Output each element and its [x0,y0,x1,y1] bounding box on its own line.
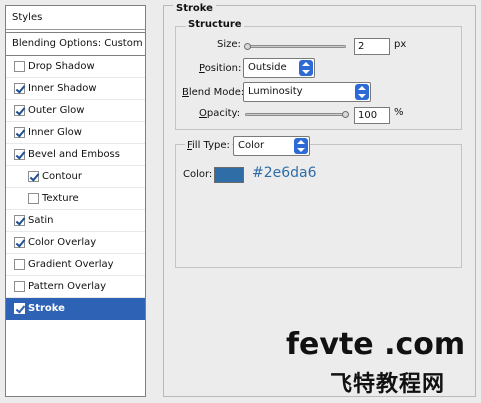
styles-list-panel: Styles Blending Options: Custom Drop Sha… [5,5,146,397]
inner-shadow-label: Inner Shadow [28,83,97,94]
blend-mode-label: Blend Mode: [182,87,245,98]
watermark-site: fevte .com [286,327,466,362]
inner-glow-label: Inner Glow [28,127,82,138]
drop-shadow-checkbox[interactable] [14,61,25,72]
position-select-value: Outside [248,62,287,73]
color-swatch[interactable] [214,167,244,183]
position-select[interactable]: Outside [243,58,315,78]
blend-mode-dropdown-arrow-icon[interactable] [355,84,369,100]
color-hex-value: #2e6da6 [252,165,317,181]
fill-type-dropdown-arrow-icon[interactable] [294,138,308,154]
contour-checkbox[interactable] [28,171,39,182]
style-item-drop-shadow[interactable]: Drop Shadow [6,56,145,78]
inner-shadow-checkbox[interactable] [14,83,25,94]
blend-mode-select[interactable]: Luminosity [243,82,371,102]
opacity-slider-track[interactable] [245,113,346,116]
blending-options-item[interactable]: Blending Options: Custom [6,32,145,56]
color-label: Color: [183,169,213,180]
fill-type-select[interactable]: Color [233,136,310,156]
style-item-gradient-overlay[interactable]: Gradient Overlay [6,254,145,276]
satin-label: Satin [28,215,54,226]
inner-glow-checkbox[interactable] [14,127,25,138]
size-input[interactable]: 2 [354,38,390,55]
style-item-inner-shadow[interactable]: Inner Shadow [6,78,145,100]
color-overlay-label: Color Overlay [28,237,97,248]
styles-title[interactable]: Styles [6,6,145,30]
opacity-unit: % [394,107,404,118]
texture-label: Texture [42,193,79,204]
size-slider-knob[interactable] [244,43,251,50]
pattern-overlay-label: Pattern Overlay [28,281,107,292]
style-item-outer-glow[interactable]: Outer Glow [6,100,145,122]
texture-checkbox[interactable] [28,193,39,204]
style-item-stroke[interactable]: Stroke [6,298,145,320]
size-slider-track[interactable] [245,45,346,48]
outer-glow-checkbox[interactable] [14,105,25,116]
bevel-emboss-checkbox[interactable] [14,149,25,160]
opacity-slider-knob[interactable] [342,111,349,118]
style-item-texture[interactable]: Texture [6,188,145,210]
drop-shadow-label: Drop Shadow [28,61,95,72]
bevel-emboss-label: Bevel and Emboss [28,149,120,160]
position-label: Position: [199,63,242,74]
blend-mode-select-value: Luminosity [248,86,303,97]
style-item-contour[interactable]: Contour [6,166,145,188]
style-item-color-overlay[interactable]: Color Overlay [6,232,145,254]
gradient-overlay-checkbox[interactable] [14,259,25,270]
size-label: Size: [217,39,241,50]
position-dropdown-arrow-icon[interactable] [299,60,313,76]
style-item-satin[interactable]: Satin [6,210,145,232]
fill-group [175,144,462,268]
fill-type-label: Fill Type: [185,140,232,151]
style-item-inner-glow[interactable]: Inner Glow [6,122,145,144]
stroke-section-title: Stroke [173,3,216,14]
structure-title: Structure [186,19,244,30]
size-unit: px [394,39,407,50]
pattern-overlay-checkbox[interactable] [14,281,25,292]
contour-label: Contour [42,171,82,182]
stroke-label: Stroke [28,303,65,314]
color-overlay-checkbox[interactable] [14,237,25,248]
outer-glow-label: Outer Glow [28,105,85,116]
stroke-checkbox[interactable] [14,303,25,314]
gradient-overlay-label: Gradient Overlay [28,259,114,270]
style-item-bevel-emboss[interactable]: Bevel and Emboss [6,144,145,166]
fill-type-select-value: Color [238,140,265,151]
watermark-chinese: 飞特教程网 [330,372,446,397]
style-item-pattern-overlay[interactable]: Pattern Overlay [6,276,145,298]
satin-checkbox[interactable] [14,215,25,226]
opacity-label: Opacity: [199,108,241,119]
opacity-input[interactable]: 100 [354,107,390,124]
